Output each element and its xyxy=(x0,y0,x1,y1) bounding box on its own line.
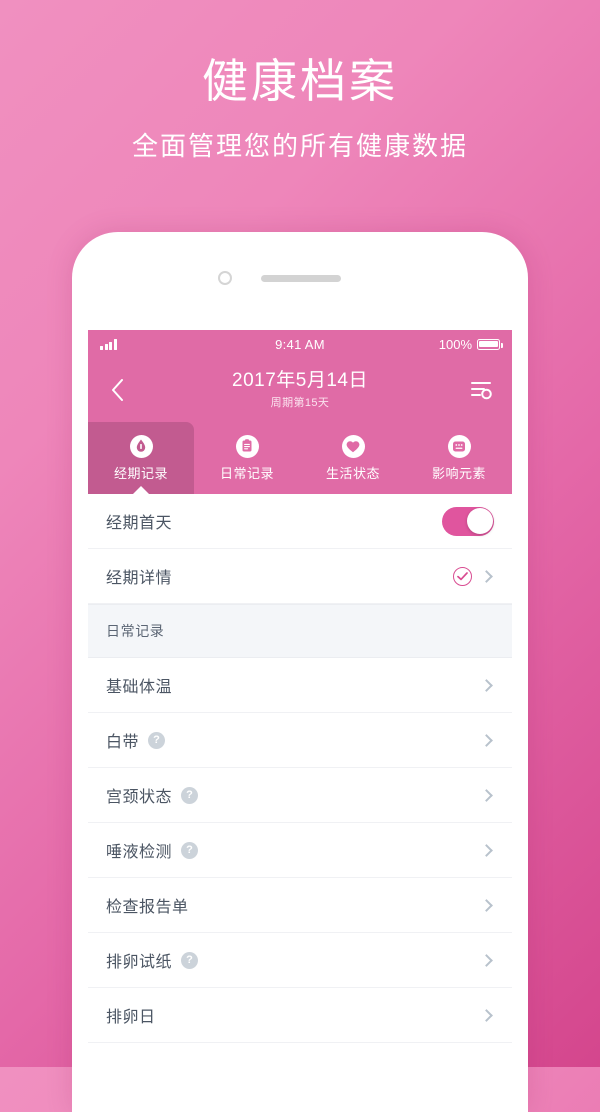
list-item-ovulation-day[interactable]: 排卵日 xyxy=(88,988,512,1043)
row-label: 检查报告单 xyxy=(106,899,189,916)
row-label: 唾液检测 xyxy=(106,844,173,861)
chevron-right-icon xyxy=(480,733,493,747)
phone-mockup: 9:41 AM 100% 2017年5月14日 周期第15天 经期记录 日常记录… xyxy=(72,232,528,1112)
frame-icon xyxy=(447,434,471,458)
row-right xyxy=(480,733,494,747)
row-right xyxy=(480,788,494,802)
help-icon[interactable]: ? xyxy=(181,841,199,859)
chevron-right-icon xyxy=(480,953,493,967)
row-label: 宫颈状态 xyxy=(106,789,173,806)
row-label: 白带 xyxy=(106,734,140,751)
phone-top-bezel xyxy=(72,232,528,298)
section-title: 日常记录 xyxy=(106,623,165,639)
list-item-period-first-day[interactable]: 经期首天 xyxy=(88,494,512,549)
list-item-cervix-status[interactable]: 宫颈状态 ? xyxy=(88,768,512,823)
list-item-leucorrhea[interactable]: 白带 ? xyxy=(88,713,512,768)
tab-daily-record[interactable]: 日常记录 xyxy=(194,422,300,494)
camera-icon xyxy=(218,271,232,285)
row-label: 排卵日 xyxy=(106,1009,156,1026)
tab-influence-factors[interactable]: 影响元素 xyxy=(406,422,512,494)
tab-bar: 经期记录 日常记录 生活状态 影响元素 xyxy=(88,422,512,494)
row-right xyxy=(480,678,494,692)
tab-label: 影响元素 xyxy=(431,465,486,481)
tab-life-status[interactable]: 生活状态 xyxy=(300,422,406,494)
help-icon[interactable]: ? xyxy=(181,951,199,969)
row-right xyxy=(442,506,494,536)
status-right: 100% xyxy=(438,336,503,352)
list-item-saliva-test[interactable]: 唾液检测 ? xyxy=(88,823,512,878)
row-right xyxy=(480,953,494,967)
row-right xyxy=(480,1008,494,1022)
battery-full-icon xyxy=(477,338,503,350)
row-right xyxy=(453,566,494,586)
page-subtitle: 全面管理您的所有健康数据 xyxy=(131,130,468,161)
page-title: 健康档案 xyxy=(202,55,398,107)
row-label: 经期详情 xyxy=(106,570,173,587)
chevron-right-icon xyxy=(480,678,493,692)
row-right xyxy=(480,843,494,857)
row-right xyxy=(480,898,494,912)
period-first-day-toggle[interactable] xyxy=(442,506,494,536)
list-item-basal-temperature[interactable]: 基础体温 xyxy=(88,658,512,713)
nav-bar: 2017年5月14日 周期第15天 xyxy=(88,358,512,422)
chevron-right-icon xyxy=(480,843,493,857)
speaker-grill xyxy=(261,275,341,282)
chevron-right-icon xyxy=(480,1008,493,1022)
section-header-daily-record: 日常记录 xyxy=(88,604,512,658)
tab-label: 生活状态 xyxy=(325,465,380,481)
list-item-exam-report[interactable]: 检查报告单 xyxy=(88,878,512,933)
list-item-ovulation-strip[interactable]: 排卵试纸 ? xyxy=(88,933,512,988)
promo-header: 健康档案 全面管理您的所有健康数据 xyxy=(0,0,600,230)
chevron-right-icon xyxy=(480,569,493,583)
row-label: 基础体温 xyxy=(106,679,173,696)
toggle-knob xyxy=(466,508,493,534)
nav-title: 2017年5月14日 xyxy=(232,369,368,391)
status-bar: 9:41 AM 100% xyxy=(88,330,512,358)
list-settings-icon xyxy=(471,382,492,400)
tab-period-record[interactable]: 经期记录 xyxy=(88,422,194,494)
nav-subtitle: 周期第15天 xyxy=(270,397,330,410)
list-item-period-details[interactable]: 经期详情 xyxy=(88,549,512,604)
row-label: 经期首天 xyxy=(106,515,173,532)
chevron-right-icon xyxy=(480,898,493,912)
settings-list: 经期首天 经期详情 日常记录 基础体温 白带 ? 宫颈状态 ? 唾液检测 ? 检… xyxy=(88,494,512,1043)
settings-button[interactable] xyxy=(466,376,496,404)
battery-percent: 100% xyxy=(438,336,472,352)
help-icon[interactable]: ? xyxy=(148,731,166,749)
tab-label: 日常记录 xyxy=(219,465,274,481)
help-icon[interactable]: ? xyxy=(181,786,199,804)
tab-label: 经期记录 xyxy=(113,465,168,481)
period-drop-icon xyxy=(129,434,153,458)
check-circle-icon xyxy=(453,566,472,586)
heart-icon xyxy=(341,434,365,458)
chevron-right-icon xyxy=(480,788,493,802)
phone-screen: 9:41 AM 100% 2017年5月14日 周期第15天 经期记录 日常记录… xyxy=(88,330,512,1112)
nav-center: 2017年5月14日 周期第15天 xyxy=(88,370,512,411)
clipboard-icon xyxy=(235,434,259,458)
row-label: 排卵试纸 xyxy=(106,954,173,971)
